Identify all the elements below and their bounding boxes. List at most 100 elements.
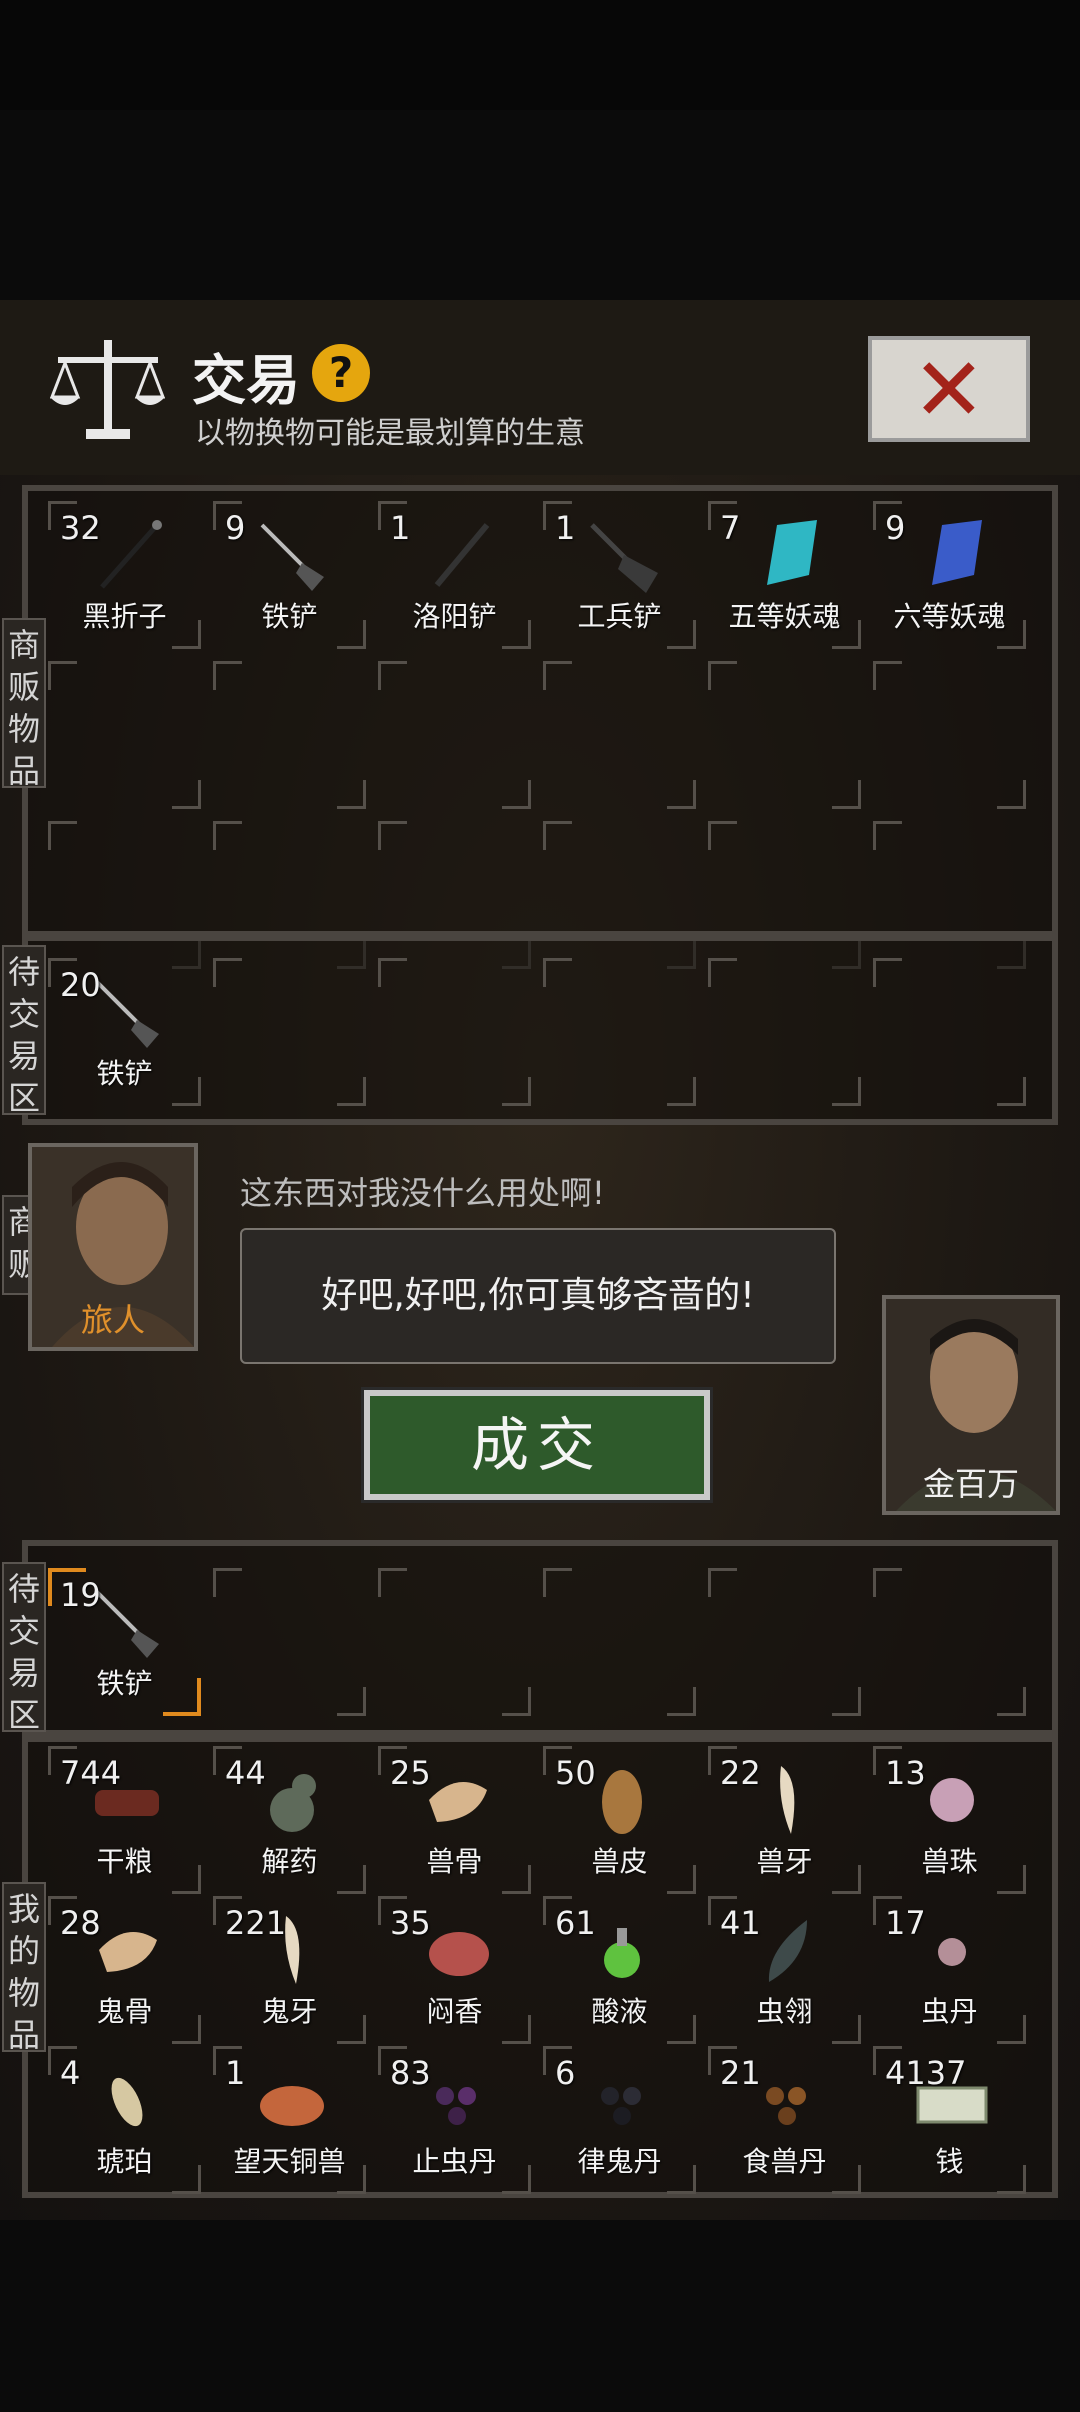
inventory-slot[interactable]: 1 工兵铲 [537,495,702,655]
item-count: 744 [60,1754,122,1792]
slot-frame [48,661,201,809]
empty-slot [537,655,702,815]
status-bar [0,0,1080,110]
merchant-pending-grid: 20 铁铲 [42,952,1032,1112]
slot-frame [378,958,531,1106]
close-button[interactable]: ✕ [868,336,1030,442]
player-name: 金百万 [922,1465,1019,1503]
inventory-slot[interactable]: 32 黑折子 [42,495,207,655]
item-count: 7 [720,509,741,547]
amber-icon [111,2077,143,2127]
close-icon: ✕ [912,338,986,441]
empty-slot [867,952,1032,1112]
empty-slot [207,655,372,815]
item-count: 1 [225,2054,246,2092]
inventory-slot[interactable]: 19 铁铲 [42,1562,207,1722]
slot-frame [708,661,861,809]
item-name: 干粮 [96,1845,153,1878]
inventory-slot[interactable]: 9 六等妖魂 [867,495,1032,655]
inventory-slot[interactable]: 4 琥珀 [42,2040,207,2200]
item-count: 4 [60,2054,81,2092]
item-count: 41 [720,1904,761,1942]
item-name: 兽骨 [426,1845,483,1878]
item-name: 鬼骨 [96,1995,153,2028]
shovel-icon [260,523,324,591]
item-count: 22 [720,1754,761,1792]
item-name: 食兽丹 [742,2145,827,2178]
empty-slot [372,1562,537,1722]
empty-slot [207,952,372,1112]
inventory-slot[interactable]: 28 鬼骨 [42,1890,207,2050]
page-title: 交易 [192,349,300,412]
item-name: 兽牙 [756,1845,813,1878]
empty-slot [537,952,702,1112]
item-name: 律鬼丹 [577,2145,662,2178]
inventory-slot[interactable]: 83 止虫丹 [372,2040,537,2200]
trader-name: 旅人 [80,1301,145,1339]
inventory-slot[interactable]: 61 酸液 [537,1890,702,2050]
item-name: 钱 [935,2145,964,2178]
inventory-slot[interactable]: 22 兽牙 [702,1740,867,1900]
inventory-slot[interactable]: 221 鬼牙 [207,1890,372,2050]
my-items-label: 我的物品 [2,1882,46,2054]
item-count: 25 [390,1754,431,1792]
inventory-slot[interactable]: 17 虫丹 [867,1890,1032,2050]
player-pending-grid: 19 铁铲 [42,1562,1032,1722]
slot-frame [543,661,696,809]
crystal-blue-icon [932,520,982,585]
item-name: 工兵铲 [577,600,662,633]
slot-frame [543,1568,696,1716]
item-count: 83 [390,2054,431,2092]
inventory-slot[interactable]: 1 洛阳铲 [372,495,537,655]
item-name: 止虫丹 [412,2145,497,2178]
slot-frame [378,1568,531,1716]
navigation-bar [0,2220,1080,2412]
item-name: 五等妖魂 [728,600,841,633]
deal-button[interactable]: 成交 [361,1387,713,1503]
scale-icon [50,340,165,439]
slot-frame [213,1568,366,1716]
item-count: 6 [555,2054,576,2092]
question-icon[interactable]: ? [312,344,370,402]
inventory-slot[interactable]: 41 虫翎 [702,1890,867,2050]
item-name: 铁铲 [261,600,318,633]
item-name: 虫翎 [756,1995,813,2028]
empty-slot [702,655,867,815]
item-name: 望天铜兽 [233,2145,346,2178]
item-count: 4137 [885,2054,967,2092]
inventory-slot[interactable]: 1 望天铜兽 [207,2040,372,2200]
merchant-items-label: 商贩物品 [2,618,46,790]
merchant-items-grid: 32 黑折子 9 铁铲 1 洛阳铲 1 工兵铲 7 五等妖魂 9 六等妖魂 [42,495,1032,975]
item-name: 酸液 [591,1995,648,2028]
empty-slot [537,1562,702,1722]
slot-frame [873,1568,1026,1716]
crystal-cyan-icon [767,520,817,585]
empty-slot [702,952,867,1112]
inventory-slot[interactable]: 6 律鬼丹 [537,2040,702,2200]
inventory-slot[interactable]: 13 兽珠 [867,1740,1032,1900]
item-name: 虫丹 [921,1995,978,2028]
slot-frame [708,958,861,1106]
inventory-slot[interactable]: 21 食兽丹 [702,2040,867,2200]
inventory-slot[interactable]: 7 五等妖魂 [702,495,867,655]
inventory-slot[interactable]: 25 兽骨 [372,1740,537,1900]
page-subtitle: 以物换物可能是最划算的生意 [195,416,585,451]
inventory-slot[interactable]: 9 铁铲 [207,495,372,655]
item-count: 32 [60,509,101,547]
slot-frame [378,661,531,809]
inventory-slot[interactable]: 744 干粮 [42,1740,207,1900]
item-count: 20 [60,966,101,1004]
inventory-slot[interactable]: 4137 钱 [867,2040,1032,2200]
item-count: 28 [60,1904,101,1942]
inventory-slot[interactable]: 20 铁铲 [42,952,207,1112]
item-count: 1 [555,509,576,547]
inventory-slot[interactable]: 35 闷香 [372,1890,537,2050]
merchant-pending-label: 待交易区 [2,945,46,1117]
item-name: 闷香 [426,1995,483,2028]
inventory-slot[interactable]: 44 解药 [207,1740,372,1900]
inventory-slot[interactable]: 50 兽皮 [537,1740,702,1900]
item-count: 50 [555,1754,596,1792]
engineer-shovel-icon [590,523,658,593]
pills-dark-icon [601,2087,641,2125]
item-count: 13 [885,1754,926,1792]
